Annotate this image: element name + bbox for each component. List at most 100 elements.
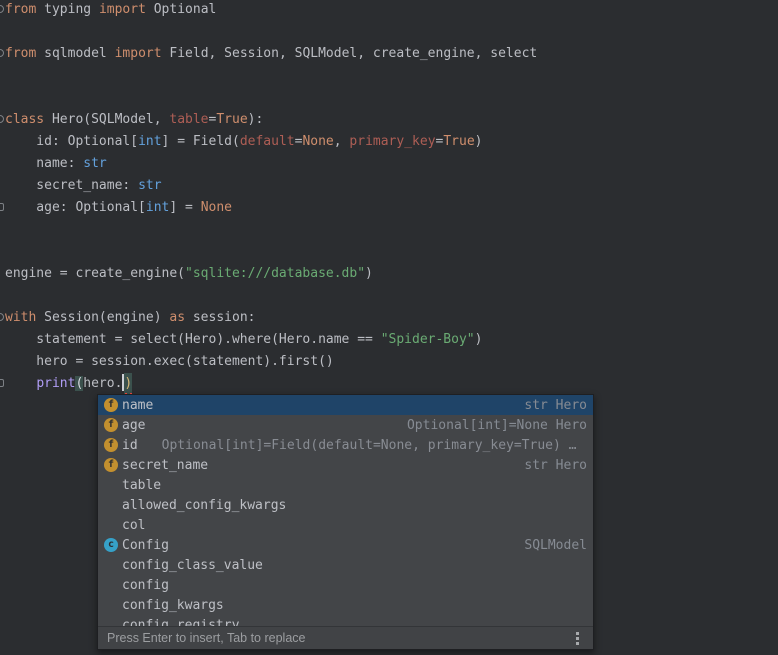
code-token: hero = session.exec(statement).first()	[5, 354, 334, 369]
completion-label: allowed_config_kwargs	[122, 498, 286, 513]
code-token: sqlmodel	[36, 46, 114, 61]
icon-placeholder	[104, 558, 118, 572]
code-line: engine = create_engine("sqlite:///databa…	[5, 263, 537, 285]
code-line	[5, 241, 537, 263]
code-token: ):	[248, 112, 264, 127]
completion-item-secret_name[interactable]: fsecret_namestr Hero	[98, 455, 593, 475]
code-token: with	[5, 310, 36, 325]
completion-label: Config	[122, 538, 169, 553]
type-hint: SQLModel	[514, 538, 587, 553]
code-token: True	[216, 112, 247, 127]
code-token: Hero(SQLModel,	[44, 112, 169, 127]
icon-placeholder	[104, 498, 118, 512]
field-icon: f	[104, 438, 118, 452]
code-token: Optional	[146, 2, 216, 17]
more-options-icon[interactable]	[576, 637, 579, 640]
gutter-icon[interactable]	[0, 49, 4, 57]
completion-item-table[interactable]: table	[98, 475, 593, 495]
completion-item-id[interactable]: fid Optional[int]=Field(default=None, pri…	[98, 435, 593, 455]
code-token: ] =	[169, 200, 200, 215]
code-token: age: Optional[	[5, 200, 146, 215]
completion-label: id	[122, 438, 138, 453]
completion-footer: Press Enter to insert, Tab to replace	[98, 626, 593, 649]
completion-item-age[interactable]: fageOptional[int]=None Hero	[98, 415, 593, 435]
completion-item-allowed_config_kwargs[interactable]: allowed_config_kwargs	[98, 495, 593, 515]
code-line: class Hero(SQLModel, table=True):	[5, 109, 537, 131]
completion-list: fnamestr HerofageOptional[int]=None Hero…	[98, 395, 593, 626]
code-area: from typing import Optionalfrom sqlmodel…	[5, 0, 537, 395]
code-token: secret_name:	[5, 178, 138, 193]
code-editor[interactable]: from typing import Optionalfrom sqlmodel…	[0, 0, 778, 655]
code-token: from	[5, 46, 36, 61]
code-token: from	[5, 2, 36, 17]
code-token: int	[146, 200, 169, 215]
completion-item-config_registry[interactable]: config_registry	[98, 615, 593, 626]
code-line: secret_name: str	[5, 175, 537, 197]
code-token: id: Optional[	[5, 134, 138, 149]
completion-popup: fnamestr HerofageOptional[int]=None Hero…	[97, 394, 594, 650]
completion-label: config_class_value	[122, 558, 263, 573]
gutter-icon[interactable]	[0, 115, 4, 123]
code-line: statement = select(Hero).where(Hero.name…	[5, 329, 537, 351]
completion-label: table	[122, 478, 161, 493]
code-token: default	[240, 134, 295, 149]
code-line: id: Optional[int] = Field(default=None, …	[5, 131, 537, 153]
code-line: with Session(engine) as session:	[5, 307, 537, 329]
gutter-icon[interactable]	[0, 379, 4, 387]
code-token: str	[83, 156, 106, 171]
code-line: print(hero.)	[5, 373, 537, 395]
icon-placeholder	[104, 598, 118, 612]
code-token: primary_key	[349, 134, 435, 149]
icon-placeholder	[104, 618, 118, 626]
code-token: True	[443, 134, 474, 149]
code-token: class	[5, 112, 44, 127]
completion-label: col	[122, 518, 145, 533]
code-token: )	[475, 332, 483, 347]
completion-item-config_class_value[interactable]: config_class_value	[98, 555, 593, 575]
type-hint: Optional[int]=None Hero	[397, 418, 587, 433]
code-token: ,	[334, 134, 350, 149]
code-token: statement = select(Hero).where(Hero.name…	[5, 332, 381, 347]
code-token: name:	[5, 156, 83, 171]
code-token: None	[201, 200, 232, 215]
code-token: as	[169, 310, 185, 325]
code-line: hero = session.exec(statement).first()	[5, 351, 537, 373]
code-token: None	[302, 134, 333, 149]
completion-tail: Optional[int]=Field(default=None, primar…	[162, 438, 587, 453]
code-token: )	[475, 134, 483, 149]
completion-item-name[interactable]: fname str Hero	[98, 395, 593, 415]
code-token: table	[169, 112, 208, 127]
completion-item-col[interactable]: col	[98, 515, 593, 535]
field-icon: f	[104, 398, 118, 412]
code-line	[5, 219, 537, 241]
code-token: Field, Session, SQLModel, create_engine,…	[162, 46, 538, 61]
gutter-icon[interactable]	[0, 313, 4, 321]
error-paren: )	[124, 373, 132, 395]
code-token: int	[138, 134, 161, 149]
gutter-icon[interactable]	[0, 203, 4, 211]
field-icon: f	[104, 458, 118, 472]
code-line: age: Optional[int] = None	[5, 197, 537, 219]
code-token: str	[138, 178, 161, 193]
completion-label: config	[122, 578, 169, 593]
completion-item-Config[interactable]: cConfigSQLModel	[98, 535, 593, 555]
completion-label: secret_name	[122, 458, 208, 473]
field-icon: f	[104, 418, 118, 432]
code-token: session:	[185, 310, 255, 325]
code-token	[5, 376, 36, 391]
footer-hint: Press Enter to insert, Tab to replace	[107, 631, 305, 645]
icon-placeholder	[104, 518, 118, 532]
completion-item-config_kwargs[interactable]: config_kwargs	[98, 595, 593, 615]
icon-placeholder	[104, 478, 118, 492]
icon-placeholder	[104, 578, 118, 592]
completion-label: config_registry	[122, 618, 239, 627]
code-token: "sqlite:///database.db"	[185, 266, 365, 281]
code-line	[5, 21, 537, 43]
gutter-icon[interactable]	[0, 5, 4, 13]
completion-label: name	[122, 398, 153, 413]
code-line: name: str	[5, 153, 537, 175]
type-hint: str Hero	[514, 398, 587, 413]
completion-label: config_kwargs	[122, 598, 224, 613]
completion-item-config[interactable]: config	[98, 575, 593, 595]
code-token: print	[36, 376, 75, 391]
